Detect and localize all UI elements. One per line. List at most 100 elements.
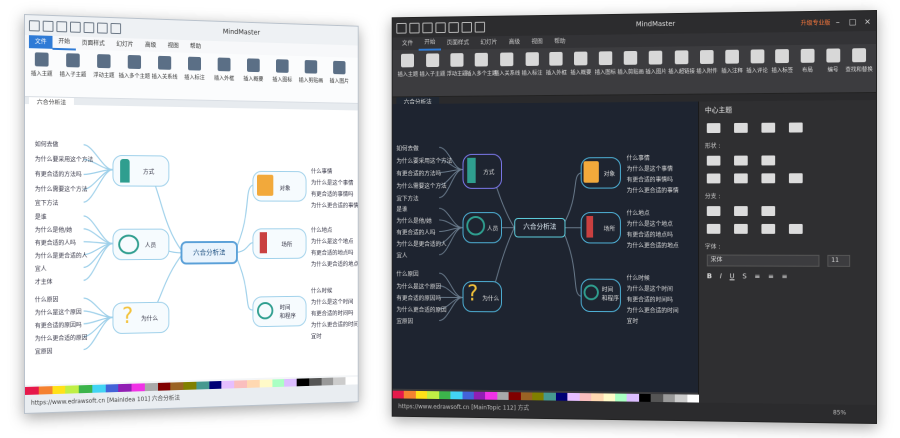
people-item[interactable]: 为什么是他/她 (35, 225, 72, 234)
insert-multiple-topics-button[interactable]: 插入多个主题 (466, 52, 497, 77)
people-item[interactable]: 为什么是更合适的人 (35, 251, 88, 260)
color-swatch[interactable] (485, 391, 498, 400)
way-item[interactable]: 宜下方法 (35, 198, 59, 207)
central-topic[interactable]: 六合分析法 (180, 240, 238, 265)
insert-boundary-button[interactable]: 插入外框 (545, 51, 568, 77)
print-icon[interactable] (474, 21, 486, 33)
app-logo-icon[interactable] (396, 22, 407, 34)
color-swatch[interactable] (438, 391, 451, 400)
maximize-icon[interactable]: □ (848, 17, 857, 26)
way-item[interactable]: 有更合适的方法吗 (396, 169, 441, 178)
insert-icon-button[interactable]: 插入图标 (271, 59, 294, 83)
color-swatch[interactable] (674, 394, 687, 403)
branch-dash-icon[interactable] (761, 206, 776, 217)
time-item[interactable]: 为什么更合适的时间 (627, 305, 679, 314)
rectangle-icon[interactable] (761, 155, 776, 166)
menu-advanced[interactable]: 高级 (139, 39, 162, 52)
layout-list-icon[interactable] (788, 122, 803, 133)
object-item[interactable]: 什么事情 (311, 167, 332, 175)
color-swatch[interactable] (686, 394, 699, 403)
why-item[interactable]: 什么原因 (396, 269, 418, 278)
color-swatch[interactable] (520, 392, 533, 401)
time-item[interactable]: 宜时 (311, 332, 322, 340)
object-item[interactable]: 有更合适的事情吗 (311, 189, 353, 198)
new-icon[interactable] (70, 21, 81, 33)
insert-boundary-button[interactable]: 插入外框 (212, 57, 236, 82)
list-icon[interactable] (788, 223, 803, 234)
color-swatch[interactable] (473, 391, 486, 400)
menu-help[interactable]: 帮助 (548, 35, 571, 48)
align-left-icon[interactable]: ≡ (755, 273, 761, 281)
time-item[interactable]: 为什么是这个时间 (311, 297, 353, 306)
floating-topic-button[interactable]: 浮动主题 (91, 54, 116, 79)
place-item[interactable]: 为什么更合适的地点 (311, 259, 359, 268)
insert-note-button[interactable]: 插入注释 (720, 49, 744, 75)
menu-view[interactable]: 视图 (162, 39, 184, 52)
insert-topic-button[interactable]: 插入主题 (396, 53, 419, 78)
color-swatch[interactable] (544, 392, 556, 401)
corner-icon[interactable] (788, 173, 803, 184)
why-item[interactable]: 为什么是这个原因 (396, 282, 441, 291)
color-swatch[interactable] (638, 393, 651, 402)
color-swatch[interactable] (615, 393, 628, 402)
insert-comment-button[interactable]: 插入评论 (745, 49, 769, 74)
way-item[interactable]: 如何去做 (396, 144, 418, 152)
redo-icon[interactable] (56, 20, 68, 32)
place-item[interactable]: 为什么更合适的地点 (627, 241, 679, 250)
menu-advanced[interactable]: 高级 (503, 36, 526, 49)
color-swatch[interactable] (508, 392, 521, 401)
align-center-icon[interactable]: ≡ (768, 273, 774, 281)
menu-slides[interactable]: 幻灯片 (111, 38, 140, 52)
upgrade-link[interactable]: 升级专业版 (801, 18, 831, 27)
new-icon[interactable] (435, 21, 446, 33)
layout-button[interactable]: 布局 (795, 48, 819, 74)
place-item[interactable]: 有更合适的地点吗 (627, 230, 673, 239)
insert-picture-button[interactable]: 插入图片 (644, 50, 668, 76)
object-item[interactable]: 什么事情 (627, 153, 650, 162)
people-item[interactable]: 有更合适的人吗 (35, 238, 76, 247)
color-swatch[interactable] (579, 393, 592, 402)
insert-summary-button[interactable]: 插入概要 (242, 58, 266, 83)
place-item[interactable]: 有更合适的地点吗 (311, 248, 353, 257)
color-swatch[interactable] (497, 392, 509, 400)
way-item[interactable]: 为什么需要这个方法 (396, 181, 446, 190)
why-item[interactable]: 什么原因 (35, 295, 59, 303)
print-icon[interactable] (110, 22, 122, 34)
floating-topic-button[interactable]: 浮动主题 (445, 53, 468, 78)
redo-icon[interactable] (422, 22, 433, 33)
menu-help[interactable]: 帮助 (184, 40, 206, 53)
align-right-icon[interactable]: ≡ (782, 273, 788, 281)
dark-canvas[interactable]: 六合分析法 方式 人员 ? 为什么 对象 场所 时间 和程序 如何去做 为什么要… (392, 101, 700, 393)
undo-icon[interactable] (409, 22, 420, 33)
insert-icon-button[interactable]: 插入图标 (594, 51, 618, 76)
time-item[interactable]: 有更合适的时间吗 (627, 295, 673, 304)
place-item[interactable]: 为什么是这个地点 (311, 237, 353, 245)
people-item[interactable]: 有更合适的人吗 (396, 228, 435, 237)
light-canvas[interactable]: 六合分析法 方式 人员 ? 为什么 对象 场所 时间 和程序 如何去做 为什么要… (24, 104, 359, 385)
minimize-icon[interactable]: – (833, 17, 842, 26)
shape-icon[interactable] (734, 155, 748, 166)
insert-relation-button[interactable]: 插入关系线 (494, 52, 520, 77)
save-icon[interactable] (461, 21, 472, 33)
line-weight-icon[interactable] (734, 173, 748, 184)
insert-multiple-topics-button[interactable]: 插入多个主题 (119, 54, 150, 80)
insert-attachment-button[interactable]: 插入附件 (695, 50, 719, 75)
menu-page-style[interactable]: 页面样式 (441, 36, 475, 49)
object-item[interactable]: 为什么更合适的事情 (627, 185, 679, 194)
insert-tag-button[interactable]: 插入标签 (770, 49, 794, 74)
way-item[interactable]: 如何去做 (35, 139, 59, 148)
way-item[interactable]: 宜下方法 (396, 194, 418, 203)
time-item[interactable]: 有更合适的时间吗 (311, 308, 353, 317)
menu-slides[interactable]: 幻灯片 (475, 36, 503, 49)
insert-hyperlink-button[interactable]: 插入超链接 (668, 50, 695, 75)
insert-clipart-button[interactable]: 插入剪贴画 (617, 50, 644, 76)
insert-callout-button[interactable]: 插入标注 (520, 52, 543, 77)
bold-icon[interactable]: B (707, 272, 712, 280)
way-item[interactable]: 有更合适的方法吗 (35, 169, 82, 178)
color-swatch[interactable] (662, 394, 675, 403)
color-swatch[interactable] (591, 393, 604, 402)
menu-file[interactable]: 文件 (396, 37, 418, 50)
way-item[interactable]: 为什么要采用这个方法 (396, 156, 452, 165)
italic-icon[interactable]: I (720, 272, 722, 280)
connector-style-icon[interactable] (706, 223, 721, 234)
